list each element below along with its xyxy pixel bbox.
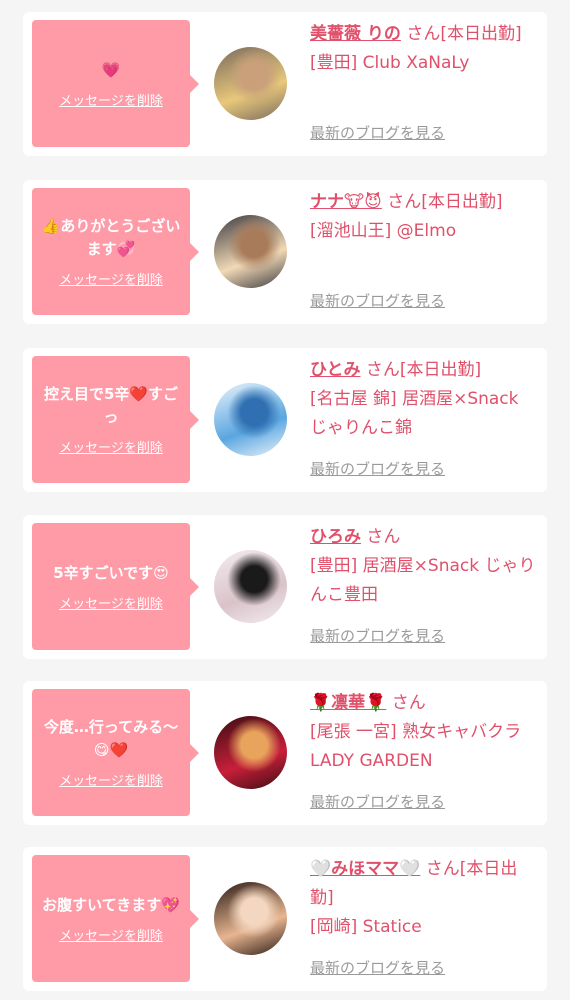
message-text: 💗 <box>101 60 121 79</box>
profile-name-link[interactable]: ひとみ <box>310 360 361 380</box>
shop-text: [名古屋 錦] 居酒屋×Snack じゃりんこ錦 <box>310 389 519 438</box>
status-text: さん[本日出勤] <box>387 192 503 212</box>
message-bubble: 👍ありがとうございます💞 メッセージを削除 <box>32 188 199 315</box>
avatar[interactable] <box>214 47 287 120</box>
latest-blog-link[interactable]: 最新のブログを見る <box>310 957 445 978</box>
profile-name-link[interactable]: 🌹凛華🌹 <box>310 693 386 713</box>
profile-info: 🤍みほママ🤍 さん[本日出勤] [岡崎] Statice <box>310 855 540 942</box>
message-text: 今度…行ってみる〜😋❤️ <box>43 718 179 759</box>
profile-info: ナナ🐮😈 さん[本日出勤] [溜池山王] @Elmo <box>310 188 540 246</box>
delete-message-link[interactable]: メッセージを削除 <box>59 437 163 456</box>
profile-name-link[interactable]: ナナ🐮😈 <box>310 192 382 212</box>
avatar[interactable] <box>214 383 287 456</box>
profile-info: 🌹凛華🌹 さん [尾張 一宮] 熟女キャバクラ LADY GARDEN <box>310 689 540 776</box>
delete-message-link[interactable]: メッセージを削除 <box>59 90 163 109</box>
message-bubble: 控え目で5辛❤️すごっ メッセージを削除 <box>32 356 199 483</box>
message-card: 5辛すごいです😍 メッセージを削除 ひろみ さん [豊田] 居酒屋×Snack … <box>23 515 547 659</box>
delete-message-link[interactable]: メッセージを削除 <box>59 770 163 789</box>
profile-name-link[interactable]: 🤍みほママ🤍 <box>310 859 420 879</box>
shop-text: [豊田] 居酒屋×Snack じゃりんこ豊田 <box>310 556 536 605</box>
latest-blog-link[interactable]: 最新のブログを見る <box>310 625 445 646</box>
profile-info: ひろみ さん [豊田] 居酒屋×Snack じゃりんこ豊田 <box>310 523 540 610</box>
message-card: 💗 メッセージを削除 美薔薇 りの さん[本日出勤] [豊田] Club XaN… <box>23 12 547 156</box>
message-bubble: お腹すいてきます💖 メッセージを削除 <box>32 855 199 982</box>
message-card: 👍ありがとうございます💞 メッセージを削除 ナナ🐮😈 さん[本日出勤] [溜池山… <box>23 180 547 324</box>
message-text: お腹すいてきます💖 <box>42 895 180 914</box>
status-text: さん <box>391 693 426 713</box>
latest-blog-link[interactable]: 最新のブログを見る <box>310 290 445 311</box>
delete-message-link[interactable]: メッセージを削除 <box>59 925 163 944</box>
avatar[interactable] <box>214 882 287 955</box>
status-text: さん[本日出勤] <box>406 24 522 44</box>
shop-text: [溜池山王] @Elmo <box>310 221 457 241</box>
avatar[interactable] <box>214 215 287 288</box>
latest-blog-link[interactable]: 最新のブログを見る <box>310 122 445 143</box>
profile-info: 美薔薇 りの さん[本日出勤] [豊田] Club XaNaLy <box>310 20 540 78</box>
status-text: さん[本日出勤] <box>365 360 482 380</box>
message-bubble: 💗 メッセージを削除 <box>32 20 199 147</box>
message-bubble: 今度…行ってみる〜😋❤️ メッセージを削除 <box>32 689 199 816</box>
message-card: 控え目で5辛❤️すごっ メッセージを削除 ひとみ さん[本日出勤] [名古屋 錦… <box>23 348 547 492</box>
message-text: 控え目で5辛❤️すごっ <box>43 385 179 426</box>
message-card: 今度…行ってみる〜😋❤️ メッセージを削除 🌹凛華🌹 さん [尾張 一宮] 熟女… <box>23 681 547 825</box>
shop-text: [岡崎] Statice <box>310 917 422 937</box>
message-bubble: 5辛すごいです😍 メッセージを削除 <box>32 523 199 650</box>
message-text: 👍ありがとうございます💞 <box>41 217 181 258</box>
profile-name-link[interactable]: ひろみ <box>310 527 361 547</box>
status-text: さん <box>366 527 401 547</box>
profile-info: ひとみ さん[本日出勤] [名古屋 錦] 居酒屋×Snack じゃりんこ錦 <box>310 356 540 443</box>
message-text: 5辛すごいです😍 <box>53 563 169 582</box>
latest-blog-link[interactable]: 最新のブログを見る <box>310 458 445 479</box>
delete-message-link[interactable]: メッセージを削除 <box>59 269 163 288</box>
shop-text: [豊田] Club XaNaLy <box>310 53 470 73</box>
delete-message-link[interactable]: メッセージを削除 <box>59 593 163 612</box>
shop-text: [尾張 一宮] 熟女キャバクラ LADY GARDEN <box>310 722 522 771</box>
message-card: お腹すいてきます💖 メッセージを削除 🤍みほママ🤍 さん[本日出勤] [岡崎] … <box>23 847 547 991</box>
profile-name-link[interactable]: 美薔薇 りの <box>310 24 401 44</box>
avatar[interactable] <box>214 550 287 623</box>
avatar[interactable] <box>214 716 287 789</box>
latest-blog-link[interactable]: 最新のブログを見る <box>310 791 445 812</box>
